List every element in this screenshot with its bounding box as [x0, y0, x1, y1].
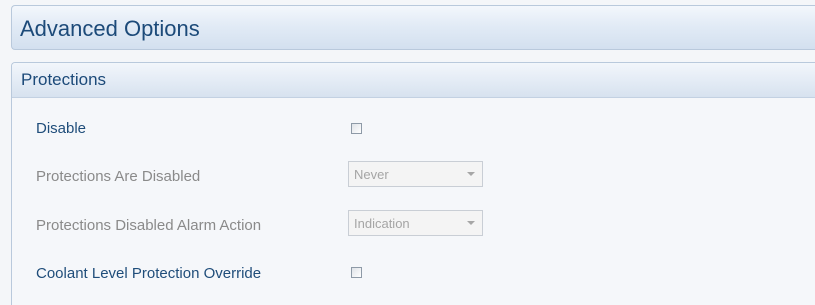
advanced-options-page: Advanced Options Protections Disable Pro…	[0, 0, 815, 305]
protections-are-disabled-select[interactable]: Never	[348, 161, 483, 187]
coolant-level-protection-override-checkbox[interactable]	[351, 267, 362, 278]
protections-are-disabled-value: Never	[354, 167, 389, 182]
chevron-down-icon	[467, 221, 475, 225]
protections-disabled-alarm-action-label: Protections Disabled Alarm Action	[36, 217, 262, 234]
protections-disabled-alarm-action-select[interactable]: Indication	[348, 210, 483, 236]
protections-title: Protections	[21, 70, 107, 89]
protections-disabled-alarm-action-value: Indication	[354, 216, 410, 231]
protections-panel: Protections Disable Protections Are Disa…	[11, 62, 815, 305]
disable-label: Disable	[36, 120, 87, 137]
protections-are-disabled-label: Protections Are Disabled	[36, 168, 201, 185]
disable-checkbox[interactable]	[351, 123, 362, 134]
advanced-options-header: Advanced Options	[11, 5, 815, 50]
coolant-level-protection-override-label: Coolant Level Protection Override	[36, 265, 262, 282]
chevron-down-icon	[467, 172, 475, 176]
page-title: Advanced Options	[20, 16, 200, 41]
protections-panel-header: Protections	[12, 63, 815, 98]
